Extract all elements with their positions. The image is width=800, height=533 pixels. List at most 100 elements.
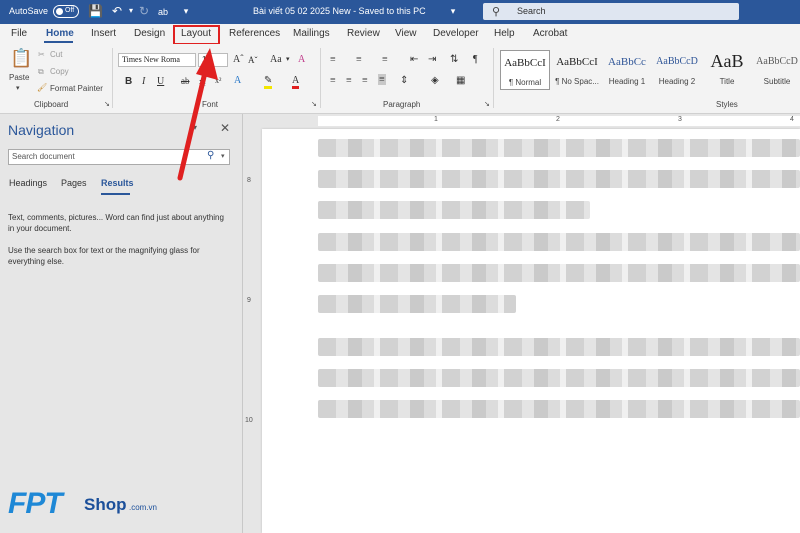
- blurred-text-line: [318, 139, 800, 157]
- style-subtitle[interactable]: AaBbCcD Subtitle: [752, 50, 800, 90]
- paste-dropdown-icon[interactable]: ▾: [16, 84, 20, 92]
- style-sample: AaBbCc: [608, 56, 646, 68]
- customize-toolbar-icon[interactable]: ▾: [179, 4, 193, 18]
- italic-icon[interactable]: I: [142, 76, 145, 87]
- paragraph-group-label: Paragraph: [383, 100, 421, 109]
- styles-group-label: Styles: [716, 100, 738, 109]
- divider: [112, 48, 113, 108]
- line-spacing-icon[interactable]: ⇕: [400, 75, 408, 86]
- search-placeholder: Search: [517, 6, 546, 16]
- save-icon[interactable]: 💾: [88, 4, 103, 18]
- arrow-shaft: [177, 61, 210, 181]
- underline-icon[interactable]: U: [157, 76, 164, 87]
- shrink-font-icon[interactable]: Aˇ: [248, 55, 258, 65]
- blurred-text-line: [318, 264, 800, 282]
- horizontal-ruler[interactable]: 1 2 3 4: [258, 114, 800, 128]
- highlight-color-icon[interactable]: ✎: [264, 75, 273, 89]
- autosave-toggle[interactable]: Off: [53, 5, 79, 18]
- tab-view[interactable]: View: [395, 28, 417, 39]
- tab-developer[interactable]: Developer: [433, 28, 479, 39]
- blurred-text-line: [318, 369, 800, 387]
- nav-active-tab-indicator: [101, 193, 130, 195]
- vertical-ruler[interactable]: 8 9 10: [244, 114, 258, 533]
- multilevel-list-icon[interactable]: ≡: [382, 54, 388, 65]
- document-page[interactable]: [262, 129, 800, 533]
- style-heading-1[interactable]: AaBbCc Heading 1: [602, 50, 652, 90]
- tab-design[interactable]: Design: [134, 28, 165, 39]
- justify-icon[interactable]: ≡: [378, 74, 386, 85]
- tab-insert[interactable]: Insert: [91, 28, 116, 39]
- style-name: ¶ No Spac...: [555, 77, 599, 86]
- copy-button[interactable]: Copy: [50, 67, 69, 76]
- logo-shop-text: Shop: [84, 495, 127, 514]
- align-left-icon[interactable]: ≡: [330, 75, 336, 86]
- tab-home[interactable]: Home: [46, 28, 74, 39]
- tab-references[interactable]: References: [229, 28, 280, 39]
- clipboard-group-label: Clipboard: [34, 100, 69, 109]
- undo-icon[interactable]: ↶: [110, 4, 124, 18]
- align-center-icon[interactable]: ≡: [346, 75, 352, 86]
- document-title: Bài viết 05 02 2025 New - Saved to this …: [253, 6, 426, 16]
- grow-font-icon[interactable]: Aˆ: [233, 54, 244, 65]
- show-formatting-icon[interactable]: ¶: [473, 54, 478, 65]
- decrease-indent-icon[interactable]: ⇤: [410, 54, 418, 65]
- change-case-dropdown-icon[interactable]: ▾: [286, 55, 290, 63]
- font-launcher-icon[interactable]: ↘: [311, 100, 317, 108]
- spelling-icon[interactable]: ab: [156, 5, 170, 19]
- search-box[interactable]: ⚲ Search: [483, 3, 739, 20]
- bold-icon[interactable]: B: [125, 76, 132, 87]
- shading-icon[interactable]: ◈: [431, 75, 439, 86]
- font-color-icon[interactable]: A: [292, 75, 300, 89]
- ruler-number: 2: [556, 116, 560, 123]
- ruler-number: 1: [434, 116, 438, 123]
- change-case-icon[interactable]: Aa: [270, 54, 282, 65]
- style-sample: AaBbCcD: [756, 56, 798, 67]
- style-no-spacing[interactable]: AaBbCcI ¶ No Spac...: [552, 50, 602, 90]
- format-painter-icon[interactable]: 🖌: [37, 83, 47, 92]
- style-sample: AaBbCcI: [556, 56, 598, 68]
- clear-formatting-icon[interactable]: A: [298, 54, 305, 65]
- tab-file[interactable]: File: [11, 28, 27, 39]
- ruler-number: 10: [245, 417, 253, 424]
- clipboard-launcher-icon[interactable]: ↘: [104, 100, 110, 108]
- tab-review[interactable]: Review: [347, 28, 380, 39]
- paste-button[interactable]: Paste: [9, 73, 29, 82]
- results-help-text: Text, comments, pictures... Word can fin…: [8, 213, 224, 233]
- annotation-arrow: [177, 48, 218, 181]
- nav-tab-headings[interactable]: Headings: [9, 178, 47, 188]
- logo-mark: FPT: [8, 487, 63, 520]
- undo-dropdown-icon[interactable]: ▾: [124, 4, 138, 18]
- style-name: Heading 2: [658, 77, 696, 86]
- tab-help[interactable]: Help: [494, 28, 515, 39]
- text-effects-icon[interactable]: A: [234, 75, 241, 86]
- paragraph-launcher-icon[interactable]: ↘: [484, 100, 490, 108]
- blurred-text-line: [318, 170, 800, 188]
- style-normal[interactable]: AaBbCcI ¶ Normal: [500, 50, 550, 90]
- paste-icon[interactable]: 📋: [10, 48, 32, 69]
- nav-tab-pages[interactable]: Pages: [61, 178, 87, 188]
- increase-indent-icon[interactable]: ⇥: [428, 54, 436, 65]
- search-icon: ⚲: [492, 6, 501, 18]
- blurred-text-line: [318, 201, 590, 219]
- bullets-icon[interactable]: ≡: [330, 54, 336, 65]
- numbering-icon[interactable]: ≡: [356, 54, 362, 65]
- tab-acrobat[interactable]: Acrobat: [533, 28, 567, 39]
- ribbon-home: 📋 Paste ▾ ✂ Cut ⧉ Copy 🖌 Format Painter …: [0, 44, 800, 114]
- tab-mailings[interactable]: Mailings: [293, 28, 330, 39]
- align-right-icon[interactable]: ≡: [362, 75, 368, 86]
- active-tab-indicator: [44, 41, 73, 43]
- copy-icon[interactable]: ⧉: [38, 67, 44, 77]
- format-painter-button[interactable]: Format Painter: [50, 84, 103, 93]
- style-heading-2[interactable]: AaBbCcD Heading 2: [652, 50, 702, 90]
- style-name: Title: [719, 77, 735, 86]
- sort-icon[interactable]: ⇅: [450, 54, 458, 65]
- title-bar: AutoSave Off 💾 ↶ ▾ ↻ ab ▾ Bài viết 05 02…: [0, 0, 800, 24]
- cut-button[interactable]: Cut: [50, 50, 62, 59]
- style-title[interactable]: AaB Title: [702, 50, 752, 90]
- redo-icon[interactable]: ↻: [137, 4, 151, 18]
- title-dropdown-icon[interactable]: ▾: [446, 4, 460, 18]
- cut-icon[interactable]: ✂: [38, 50, 45, 59]
- blurred-text-line: [318, 338, 800, 356]
- nav-tab-results[interactable]: Results: [101, 178, 134, 188]
- borders-icon[interactable]: ▦: [456, 75, 465, 86]
